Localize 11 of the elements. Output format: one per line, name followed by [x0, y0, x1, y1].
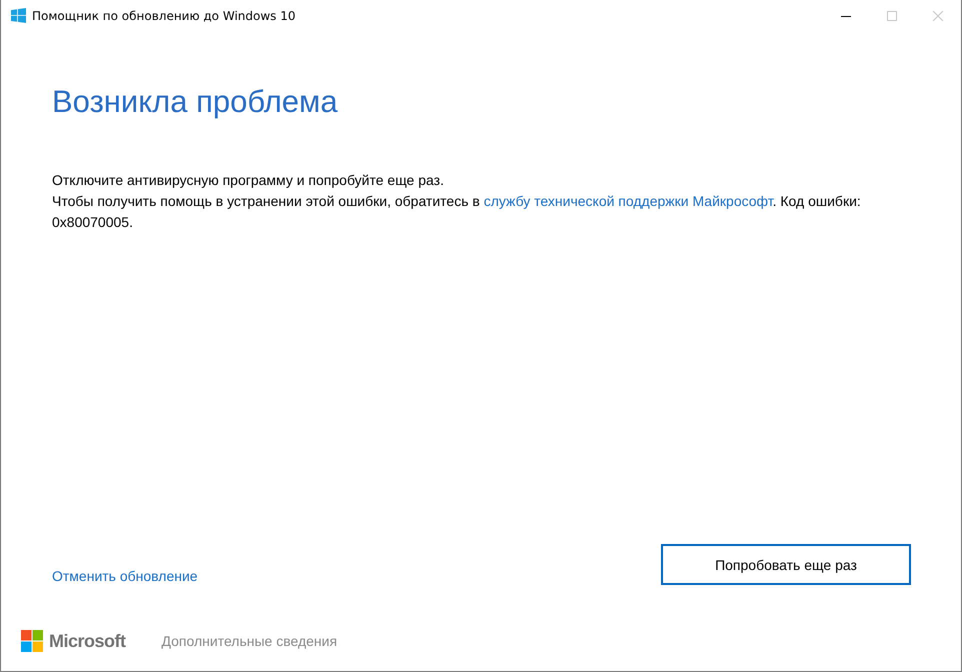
cancel-update-link[interactable]: Отменить обновление	[52, 568, 198, 584]
more-info-link[interactable]: Дополнительные сведения	[162, 633, 338, 649]
microsoft-logo-icon	[21, 630, 43, 652]
retry-button[interactable]: Попробовать еще раз	[661, 544, 911, 585]
logo-text: Microsoft	[49, 630, 126, 652]
help-text: Чтобы получить помощь в устранении этой ошибки, обратитесь в службу технической поддержки Майкрософт. Код ошибки: 0x80070005.	[52, 192, 862, 232]
window-title: Помощник по обновлению до Windows 10	[32, 8, 296, 22]
windows-logo-icon	[11, 8, 26, 23]
heading: Возникла проблема	[52, 84, 339, 120]
message-text: Отключите антивирусную программу и попробуйте еще раз.	[52, 171, 445, 190]
support-link[interactable]: службу технической поддержки Майкрософт	[484, 193, 773, 209]
